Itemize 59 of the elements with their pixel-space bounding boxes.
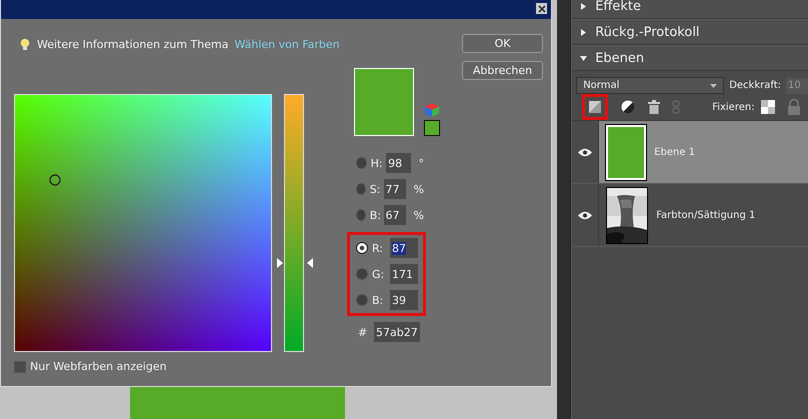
- radio-button[interactable]: [356, 294, 368, 306]
- link-icon: [672, 100, 680, 114]
- field-label: B:: [372, 294, 384, 306]
- panel-header[interactable]: Ebenen: [572, 45, 808, 71]
- web-colors-checkbox[interactable]: [14, 360, 26, 372]
- input-field[interactable]: 87: [390, 238, 418, 258]
- layer-thumbnail: [606, 124, 646, 180]
- trash-icon: [648, 100, 660, 114]
- input-field[interactable]: 39: [390, 290, 418, 310]
- cube-icon: [424, 102, 440, 118]
- layer-row[interactable]: Farbton/Sättigung 1: [572, 184, 808, 247]
- new-layer-icon: [588, 100, 602, 114]
- info-text: Weitere Informationen zum Thema: [37, 38, 228, 50]
- lightbulb-icon: [20, 38, 30, 50]
- unit-label: %: [414, 208, 424, 222]
- opacity-label: Deckkraft:: [729, 80, 781, 91]
- radio-button[interactable]: [356, 183, 366, 195]
- eye-icon[interactable]: [578, 210, 592, 220]
- transparency-lock-icon[interactable]: [760, 100, 775, 114]
- layer-name: Farbton/Sättigung 1: [656, 210, 756, 220]
- adjustment-button[interactable]: [620, 99, 636, 115]
- unit-label: %: [414, 182, 424, 196]
- close-button[interactable]: [536, 3, 547, 14]
- field-label: G:: [372, 268, 386, 280]
- field-label: H:: [370, 156, 384, 170]
- disclosure-icon: [580, 28, 588, 36]
- field-label: B:: [370, 208, 382, 222]
- half-circle-icon: [620, 99, 636, 115]
- input-field[interactable]: 77: [384, 179, 406, 199]
- web-colors-label: Nur Webfarben anzeigen: [30, 360, 167, 373]
- trash-button[interactable]: [648, 100, 660, 114]
- hex-input-field[interactable]: 57ab27: [374, 322, 420, 342]
- layer-name: Ebene 1: [654, 146, 696, 158]
- lock-label: Fixieren:: [712, 102, 755, 112]
- hex-label: #: [358, 326, 368, 338]
- unit-label: °: [418, 156, 424, 170]
- input-field[interactable]: 98: [386, 153, 410, 173]
- close-icon: [538, 4, 546, 12]
- blend-mode-dropdown[interactable]: Normal: [576, 77, 724, 94]
- slider-handle[interactable]: [277, 258, 313, 268]
- input-field[interactable]: 67: [384, 205, 406, 225]
- new-color-swatch: [354, 68, 414, 136]
- dialog-button[interactable]: Abbrechen: [462, 61, 543, 80]
- caret-icon: [710, 84, 718, 88]
- input-field[interactable]: 171: [390, 264, 418, 284]
- eye-icon[interactable]: [578, 148, 592, 156]
- field-label: S:: [370, 182, 382, 196]
- radio-button[interactable]: [356, 268, 368, 280]
- field-label: R:: [372, 242, 384, 254]
- color-field[interactable]: [14, 94, 272, 352]
- radio-button[interactable]: [356, 242, 368, 254]
- color-marker[interactable]: [49, 174, 61, 186]
- panel-header[interactable]: Rückg.-Protokoll: [572, 19, 808, 45]
- dialog-button[interactable]: OK: [462, 34, 543, 53]
- current-color-swatch: [424, 120, 440, 136]
- disclosure-icon: [580, 2, 588, 10]
- disclosure-icon: [580, 54, 588, 62]
- radio-button[interactable]: [356, 157, 367, 169]
- radio-button[interactable]: [356, 209, 366, 221]
